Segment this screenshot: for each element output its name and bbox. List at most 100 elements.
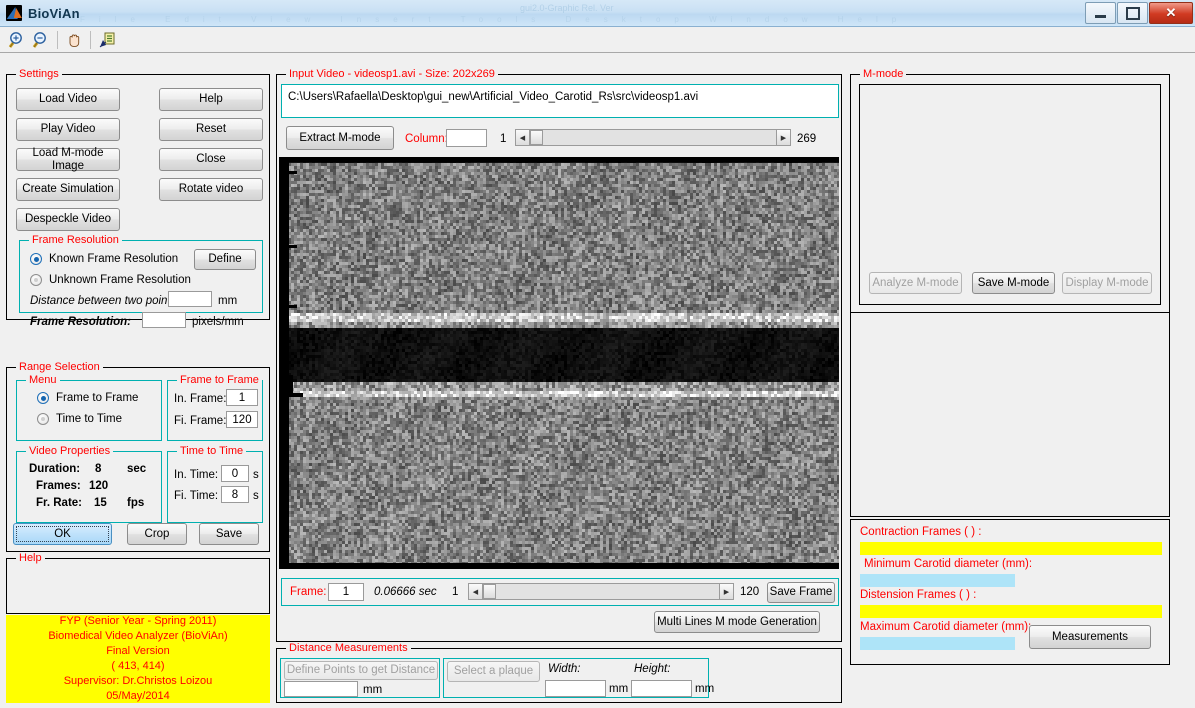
distance-value-input[interactable] bbox=[284, 681, 358, 697]
help-panel: Help bbox=[6, 552, 270, 614]
time-to-time-radio-row[interactable]: Time to Time bbox=[37, 413, 122, 425]
frame-scrollbar[interactable]: ◀ ▶ bbox=[468, 583, 734, 600]
plaque-width-label: Width: bbox=[548, 663, 581, 675]
column-label: Column: bbox=[405, 133, 448, 145]
max-diameter-value[interactable] bbox=[860, 637, 1015, 650]
frame-resolution-input[interactable] bbox=[142, 312, 186, 328]
create-simulation-button[interactable]: Create Simulation bbox=[16, 178, 120, 201]
settings-panel: Settings Load Video Play Video Load M-mo… bbox=[6, 68, 270, 328]
distance-between-points-label: Distance between two points: bbox=[30, 295, 180, 307]
settings-panel-title: Settings bbox=[16, 68, 62, 80]
save-frame-button[interactable]: Save Frame bbox=[767, 582, 835, 603]
select-plaque-button[interactable]: Select a plaque bbox=[447, 661, 540, 682]
multi-lines-mmode-button[interactable]: Multi Lines M mode Generation bbox=[654, 611, 820, 633]
help-button[interactable]: Help bbox=[159, 88, 263, 111]
plaque-height-input[interactable] bbox=[631, 680, 692, 697]
video-display[interactable] bbox=[279, 157, 839, 569]
unknown-frame-resolution-radio[interactable] bbox=[30, 274, 42, 286]
titlebar-ghost-text: gui2.0-Graphic Rel. Ver bbox=[520, 3, 614, 13]
analyze-mmode-button[interactable]: Analyze M-mode bbox=[869, 272, 962, 294]
initial-time-input[interactable]: 0 bbox=[221, 465, 249, 482]
unknown-frame-resolution-label: Unknown Frame Resolution bbox=[49, 274, 191, 286]
distension-frames-value[interactable] bbox=[860, 605, 1162, 618]
final-time-unit: s bbox=[253, 490, 259, 502]
measurements-button[interactable]: Measurements bbox=[1029, 625, 1151, 649]
crop-button[interactable]: Crop bbox=[127, 523, 187, 545]
load-mmode-image-button[interactable]: Load M-mode Image bbox=[16, 147, 120, 172]
frame-scroll-left-arrow[interactable]: ◀ bbox=[468, 583, 483, 600]
column-input[interactable] bbox=[446, 129, 487, 147]
frame-to-frame-radio[interactable] bbox=[37, 392, 49, 404]
frame-scroll-right-arrow[interactable]: ▶ bbox=[719, 583, 734, 600]
despeckle-video-button[interactable]: Despeckle Video bbox=[16, 208, 120, 231]
display-mmode-button[interactable]: Display M-mode bbox=[1062, 272, 1152, 294]
frame-label: Frame: bbox=[290, 586, 327, 598]
save-range-button[interactable]: Save bbox=[199, 523, 259, 545]
final-frame-input[interactable]: 120 bbox=[226, 411, 258, 428]
mmode-display-area[interactable]: Analyze M-mode Save M-mode Display M-mod… bbox=[859, 84, 1161, 305]
play-video-button[interactable]: Play Video bbox=[16, 118, 120, 141]
contraction-frames-value[interactable] bbox=[860, 542, 1162, 555]
mmode-analysis-display[interactable] bbox=[850, 312, 1170, 517]
final-time-input[interactable]: 8 bbox=[221, 486, 249, 503]
frame-scroll-track[interactable] bbox=[483, 583, 719, 600]
known-frame-resolution-radio[interactable] bbox=[30, 253, 42, 265]
load-video-button[interactable]: Load Video bbox=[16, 88, 120, 111]
frame-rate-unit: fps bbox=[127, 497, 145, 509]
mmode-panel-title: M-mode bbox=[860, 68, 907, 80]
extract-mmode-button[interactable]: Extract M-mode bbox=[286, 126, 394, 150]
column-scroll-right-arrow[interactable]: ▶ bbox=[776, 129, 791, 146]
frame-scroll-thumb[interactable] bbox=[483, 584, 496, 599]
maximize-button[interactable] bbox=[1117, 2, 1148, 24]
initial-frame-label: In. Frame: bbox=[174, 393, 227, 405]
pan-icon[interactable] bbox=[62, 29, 86, 51]
ok-button[interactable]: OK bbox=[13, 523, 112, 545]
rotate-video-button[interactable]: Rotate video bbox=[159, 178, 263, 201]
column-scroll-left-arrow[interactable]: ◀ bbox=[515, 129, 530, 146]
close-settings-button[interactable]: Close bbox=[159, 148, 263, 171]
zoom-out-icon[interactable] bbox=[29, 29, 53, 51]
define-points-button[interactable]: Define Points to get Distance bbox=[284, 661, 438, 680]
titlebar-ghost-menu: File Edit View Insert Tools Desktop Wind… bbox=[80, 15, 911, 24]
insert-legend-icon[interactable] bbox=[95, 29, 119, 51]
column-max-label: 269 bbox=[797, 133, 817, 145]
initial-time-unit: s bbox=[253, 469, 259, 481]
save-mmode-button[interactable]: Save M-mode bbox=[972, 272, 1055, 294]
final-time-label: Fi. Time: bbox=[174, 490, 219, 502]
distension-frames-label: Distension Frames ( ) : bbox=[860, 589, 977, 601]
frames-label: Frames: bbox=[36, 480, 81, 492]
credits-line-5: Supervisor: Dr.Christos Loizou bbox=[63, 675, 213, 687]
known-frame-resolution-label: Known Frame Resolution bbox=[49, 253, 179, 265]
zoom-in-icon[interactable] bbox=[5, 29, 29, 51]
credits-line-2: Biomedical Video Analyzer (BioViAn) bbox=[48, 630, 228, 642]
known-frame-resolution-radio-row[interactable]: Known Frame Resolution bbox=[30, 253, 178, 265]
plaque-group: Select a plaque Width: mm Height: mm bbox=[443, 658, 714, 698]
distance-unit-label: mm bbox=[218, 295, 238, 307]
frame-rate-label: Fr. Rate: bbox=[36, 497, 83, 509]
reset-button[interactable]: Reset bbox=[159, 118, 263, 141]
frame-input[interactable]: 1 bbox=[328, 583, 364, 601]
distance-between-points-input[interactable] bbox=[168, 291, 212, 307]
duration-unit: sec bbox=[127, 463, 147, 475]
minimize-button[interactable] bbox=[1085, 2, 1116, 24]
time-to-time-radio[interactable] bbox=[37, 413, 49, 425]
video-path-box[interactable]: C:\Users\Rafaella\Desktop\gui_new\Artifi… bbox=[281, 84, 839, 118]
column-scroll-track[interactable] bbox=[530, 129, 776, 146]
close-button[interactable]: ✕ bbox=[1149, 2, 1193, 24]
range-selection-title: Range Selection bbox=[16, 361, 103, 373]
plaque-height-unit: mm bbox=[695, 683, 715, 695]
column-scroll-thumb[interactable] bbox=[530, 130, 543, 145]
main-toolbar bbox=[0, 27, 1195, 53]
column-scrollbar[interactable]: ◀ ▶ bbox=[515, 129, 791, 146]
credits-line-6: 05/May/2014 bbox=[106, 690, 170, 702]
frame-to-frame-radio-row[interactable]: Frame to Frame bbox=[37, 392, 138, 404]
initial-frame-input[interactable]: 1 bbox=[226, 389, 258, 406]
measurements-results-panel: Contraction Frames ( ) : Minimum Carotid… bbox=[850, 519, 1170, 665]
window-controls: ✕ bbox=[1085, 2, 1193, 24]
unknown-frame-resolution-radio-row[interactable]: Unknown Frame Resolution bbox=[30, 274, 191, 286]
define-button[interactable]: Define bbox=[194, 249, 256, 270]
final-frame-label: Fi. Frame: bbox=[174, 415, 227, 427]
plaque-height-label: Height: bbox=[634, 663, 671, 675]
min-diameter-value[interactable] bbox=[860, 574, 1015, 587]
plaque-width-input[interactable] bbox=[545, 680, 606, 697]
